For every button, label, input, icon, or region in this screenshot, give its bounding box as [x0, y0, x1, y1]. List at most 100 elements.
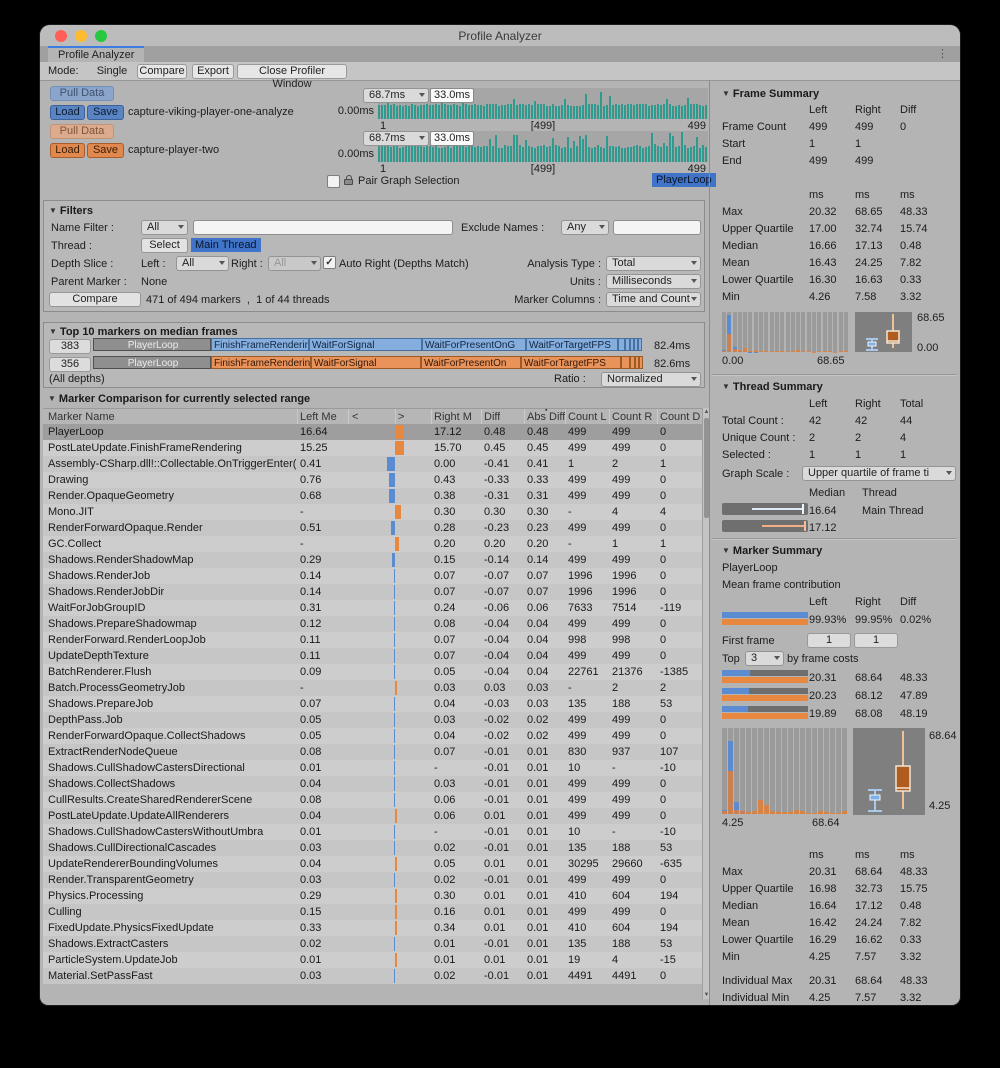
table-row[interactable]: BatchRenderer.Flush0.090.05-0.040.042276… — [43, 664, 702, 680]
table-row[interactable]: Shadows.CullShadowCastersWithoutUmbra0.0… — [43, 824, 702, 840]
units-dropdown[interactable]: Milliseconds — [606, 274, 701, 289]
pull-data-right-button[interactable]: Pull Data — [50, 124, 114, 139]
marker-segment[interactable] — [638, 338, 642, 351]
exclude-mode-dropdown[interactable]: Any — [561, 220, 609, 235]
thread-whisker-left[interactable] — [722, 503, 808, 515]
table-row[interactable]: UpdateRendererBoundingVolumes0.040.050.0… — [43, 856, 702, 872]
table-row[interactable]: Render.OpaqueGeometry0.680.38-0.310.3149… — [43, 488, 702, 504]
marker-segment[interactable]: WaitForSignal — [311, 356, 421, 369]
marker-segment[interactable]: WaitForSignal — [309, 338, 422, 351]
marker-segment[interactable]: WaitForPresentOn — [421, 356, 521, 369]
table-row[interactable]: GC.Collect-0.200.200.20-11 — [43, 536, 702, 552]
auto-right-checkbox[interactable]: ✓ — [323, 256, 336, 269]
marker-segment[interactable]: WaitForPresentOnG — [422, 338, 526, 351]
table-row[interactable]: CullResults.CreateSharedRendererScene0.0… — [43, 792, 702, 808]
col-right-median[interactable]: Right M — [434, 411, 478, 423]
col-count-right[interactable]: Count R — [612, 411, 652, 423]
export-button[interactable]: Export — [192, 64, 234, 79]
col-left-median[interactable]: Left Me — [300, 411, 346, 423]
graph-scale-dropdown[interactable]: Upper quartile of frame ti — [802, 466, 956, 481]
marker-segment[interactable]: FinishFrameRendering — [211, 338, 309, 351]
name-filter-input[interactable] — [193, 220, 453, 235]
thread-select-button[interactable]: Select — [141, 238, 188, 253]
table-row[interactable]: PostLateUpdate.FinishFrameRendering15.25… — [43, 440, 702, 456]
top10-frame-button-2[interactable]: 356 — [49, 357, 91, 372]
mode-single-button[interactable]: Single — [92, 65, 132, 77]
top10-bar-left[interactable]: PlayerLoopFinishFrameRenderingWaitForSig… — [93, 338, 649, 353]
exclude-names-input[interactable] — [613, 220, 701, 235]
kebab-menu-icon[interactable]: ⋮ — [937, 48, 948, 60]
table-row[interactable]: Batch.ProcessGeometryJob-0.030.030.03-22 — [43, 680, 702, 696]
table-row[interactable]: PlayerLoop16.6417.120.480.484994990 — [43, 424, 702, 440]
table-row[interactable]: RenderForwardOpaque.CollectShadows0.050.… — [43, 728, 702, 744]
pair-graph-selection-checkbox[interactable] — [327, 175, 340, 188]
load-left-button[interactable]: Load — [50, 105, 85, 120]
thread-whisker-right[interactable] — [722, 520, 808, 532]
top10-bar-right[interactable]: PlayerLoopFinishFrameRenderingWaitForSig… — [93, 356, 649, 371]
graph-range-dropdown-right[interactable]: 68.7ms — [363, 131, 429, 146]
save-left-button[interactable]: Save — [87, 105, 124, 120]
mode-compare-button[interactable]: Compare — [137, 64, 187, 79]
marker-segment[interactable] — [639, 356, 643, 369]
marker-segment[interactable]: WaitForTargetFPS — [521, 356, 621, 369]
marker-segment[interactable] — [621, 356, 630, 369]
analysis-type-dropdown[interactable]: Total — [606, 256, 701, 271]
top10-frame-button-1[interactable]: 383 — [49, 339, 91, 354]
graph-range-dropdown-left[interactable]: 68.7ms — [363, 88, 429, 103]
col-left-bar[interactable]: < — [352, 411, 358, 423]
table-row[interactable]: Assembly-CSharp.dll!::Collectable.OnTrig… — [43, 456, 702, 472]
table-row[interactable]: ParticleSystem.UpdateJob0.010.010.010.01… — [43, 952, 702, 968]
marker-segment[interactable]: WaitForTargetFPS — [526, 338, 618, 351]
table-row[interactable]: Shadows.ExtractCasters0.020.01-0.010.011… — [43, 936, 702, 952]
table-row[interactable]: FixedUpdate.PhysicsFixedUpdate0.330.340.… — [43, 920, 702, 936]
table-row[interactable]: Culling0.150.160.010.014994990 — [43, 904, 702, 920]
col-marker-name[interactable]: Marker Name — [48, 411, 293, 423]
table-row[interactable]: Shadows.PrepareJob0.070.04-0.030.0313518… — [43, 696, 702, 712]
col-count-diff[interactable]: Count D — [660, 411, 702, 423]
table-row[interactable]: Physics.Processing0.290.300.010.01410604… — [43, 888, 702, 904]
table-row[interactable]: RenderForwardOpaque.Render0.510.28-0.230… — [43, 520, 702, 536]
frame-summary-boxplot[interactable] — [855, 312, 912, 352]
thread-value-chip[interactable]: Main Thread — [191, 238, 261, 252]
table-row[interactable]: Shadows.CullShadowCastersDirectional0.01… — [43, 760, 702, 776]
table-row[interactable]: WaitForJobGroupID0.310.24-0.060.06763375… — [43, 600, 702, 616]
col-right-bar[interactable]: > — [398, 411, 404, 423]
first-frame-left-button[interactable]: 1 — [807, 633, 851, 648]
compare-button[interactable]: Compare — [49, 292, 141, 307]
table-row[interactable]: RenderForward.RenderLoopJob0.110.07-0.04… — [43, 632, 702, 648]
marker-segment[interactable] — [618, 338, 625, 351]
tab-profile-analyzer[interactable]: Profile Analyzer — [48, 46, 144, 63]
table-row[interactable]: DepthPass.Job0.050.03-0.020.024994990 — [43, 712, 702, 728]
table-row[interactable]: Shadows.RenderJob0.140.07-0.070.07199619… — [43, 568, 702, 584]
name-filter-mode-dropdown[interactable]: All — [141, 220, 188, 235]
table-row[interactable]: Shadows.RenderShadowMap0.290.15-0.140.14… — [43, 552, 702, 568]
close-profiler-window-button[interactable]: Close Profiler Window — [237, 64, 347, 79]
marker-segment[interactable]: PlayerLoop — [93, 338, 211, 351]
ratio-dropdown[interactable]: Normalized — [601, 372, 701, 387]
marker-segment[interactable]: PlayerLoop — [93, 356, 211, 369]
table-row[interactable]: Shadows.RenderJobDir0.140.07-0.070.07199… — [43, 584, 702, 600]
table-row[interactable]: Shadows.CollectShadows0.040.03-0.010.014… — [43, 776, 702, 792]
first-frame-right-button[interactable]: 1 — [854, 633, 898, 648]
marker-summary-boxplot[interactable] — [853, 728, 925, 815]
pull-data-left-button[interactable]: Pull Data — [50, 86, 114, 101]
marker-segment[interactable]: FinishFrameRendering — [211, 356, 311, 369]
frame-summary-histogram[interactable] — [722, 312, 850, 352]
table-row[interactable]: UpdateDepthTexture0.110.07-0.040.0449949… — [43, 648, 702, 664]
table-row[interactable]: PostLateUpdate.UpdateAllRenderers0.040.0… — [43, 808, 702, 824]
col-count-left[interactable]: Count L — [568, 411, 608, 423]
selected-marker-chip[interactable]: PlayerLoop — [652, 173, 716, 187]
table-row[interactable]: Shadows.CullDirectionalCascades0.030.02-… — [43, 840, 702, 856]
table-row[interactable]: Drawing0.760.43-0.330.334994990 — [43, 472, 702, 488]
table-row[interactable]: Material.SetPassFast0.030.02-0.010.01449… — [43, 968, 702, 984]
depth-left-dropdown[interactable]: All — [176, 256, 229, 271]
top-n-dropdown[interactable]: 3 — [745, 651, 784, 666]
marker-summary-histogram[interactable] — [722, 728, 850, 814]
save-right-button[interactable]: Save — [87, 143, 124, 158]
table-row[interactable]: Mono.JIT-0.300.300.30-44 — [43, 504, 702, 520]
marker-columns-dropdown[interactable]: Time and Count — [606, 292, 701, 307]
table-row[interactable]: Shadows.PrepareShadowmap0.120.08-0.040.0… — [43, 616, 702, 632]
load-right-button[interactable]: Load — [50, 143, 85, 158]
col-diff[interactable]: Diff — [484, 411, 500, 423]
table-row[interactable]: Render.TransparentGeometry0.030.02-0.010… — [43, 872, 702, 888]
